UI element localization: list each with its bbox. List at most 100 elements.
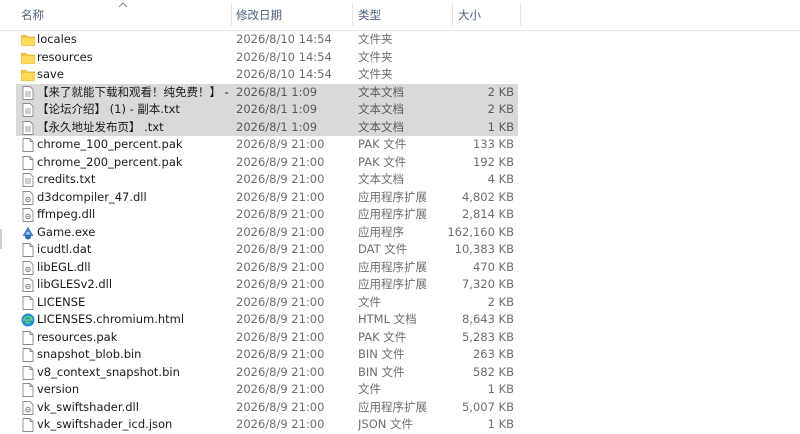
column-header-date[interactable]: 修改日期 [236,0,282,30]
file-row[interactable]: vk_swiftshader.dll 2026/8/9 21:00 应用程序扩展 5,… [16,399,518,417]
file-name: libEGL.dll [37,259,91,274]
file-name: 【永久地址发布页】 .txt [37,119,164,134]
file-size: 133 KB [472,137,514,151]
file-row[interactable]: d3dcompiler_47.dll 2026/8/9 21:00 应用程序扩展 4,… [16,189,518,207]
file-name: vk_swiftshader.dll [37,399,139,414]
file-size: 4 KB [487,172,514,186]
file-row[interactable]: libGLESv2.dll 2026/8/9 21:00 应用程序扩展 7,320 K… [16,276,518,294]
file-size: 5,007 KB [461,399,514,414]
file-size: 2 KB [487,84,514,99]
file-date-modified: 2026/8/9 21:00 [236,312,325,326]
file-row[interactable]: credits.txt 2026/8/9 21:00 文本文档 4 KB [16,171,518,189]
file-date-modified: 2026/8/9 21:00 [236,399,325,414]
text-file-icon [20,172,36,188]
file-icon [20,330,36,346]
file-row[interactable]: 【永久地址发布页】 .txt 2026/8/1 1:09 文本文档 1 KB [16,118,518,136]
file-row[interactable]: Game.exe 2026/8/9 21:00 应用程序 162,160 KB [16,224,518,242]
file-icon [20,347,36,363]
file-row[interactable]: v8_context_snapshot.bin 2026/8/9 21:00 BIN… [16,364,518,382]
pane-edge-marker [0,229,2,249]
file-date-modified: 2026/8/9 21:00 [236,242,325,256]
file-row[interactable]: version 2026/8/9 21:00 文件 1 KB [16,381,518,399]
column-divider[interactable] [352,4,353,26]
dll-file-icon [20,277,36,293]
file-size: 1 KB [487,119,514,134]
file-size: 1 KB [487,382,514,396]
file-row[interactable]: 【论坛介绍】 (1) - 副本.txt 2026/8/1 1:09 文本文档 2 KB [16,101,518,119]
file-icon [20,155,36,171]
file-name: d3dcompiler_47.dll [37,189,147,204]
folder-icon [20,50,36,66]
file-size [436,31,514,49]
file-row[interactable]: 【来了就能下载和观看！纯免费！】 - 副...2026/8/1 1:09文本文档… [16,83,518,101]
file-size: 2 KB [487,102,514,116]
file-icon [20,295,36,311]
dll-file-icon [20,400,36,416]
file-name: LICENSE [37,294,86,309]
column-header-bar: 名称 修改日期 类型 大小 [0,0,800,31]
file-date-modified: 2026/8/10 14:54 [236,49,332,64]
file-size: 7,320 KB [461,277,514,291]
file-size: 2 KB [487,294,514,309]
file-name: ffmpeg.dll [37,207,96,221]
column-header-name[interactable]: 名称 [21,0,44,30]
file-size: 470 KB [472,259,514,274]
column-divider[interactable] [452,4,453,26]
dll-file-icon [20,207,36,223]
folder-icon [20,32,36,48]
file-row[interactable]: chrome_100_percent.pak 2026/8/9 21:00 PAK … [16,136,518,154]
file-icon [20,242,36,258]
file-size: 10,383 KB [454,242,514,256]
file-date-modified: 2026/8/9 21:00 [236,259,325,274]
file-date-modified: 2026/8/9 21:00 [236,137,325,151]
file-date-modified: 2026/8/10 14:54 [236,67,332,81]
file-name: chrome_100_percent.pak [37,137,183,151]
folder-icon [20,67,36,83]
file-icon [20,417,36,433]
file-row[interactable]: resources 2026/8/10 14:54 文件夹 [16,49,518,67]
column-divider[interactable] [520,4,521,26]
file-name: credits.txt [37,172,96,186]
file-row[interactable]: icudtl.dat 2026/8/9 21:00 DAT 文件 10,383 KB [16,241,518,259]
text-file-icon [20,85,36,101]
file-size: 2,814 KB [461,207,514,221]
file-name: libGLESv2.dll [37,277,113,291]
file-row[interactable]: locales 2026/8/10 14:54 文件夹 [16,31,518,49]
column-divider[interactable] [231,4,232,26]
file-row[interactable]: vk_swiftshader_icd.json 2026/8/9 21:00 JSO… [16,416,518,434]
file-row[interactable]: libEGL.dll 2026/8/9 21:00 应用程序扩展 470 KB [16,259,518,277]
file-name: 【论坛介绍】 (1) - 副本.txt [37,102,180,116]
sort-ascending-icon[interactable] [118,2,128,8]
file-size: 263 KB [472,347,514,361]
file-date-modified: 2026/8/9 21:00 [236,347,325,361]
file-name: locales [37,32,77,46]
file-row[interactable]: chrome_200_percent.pak 2026/8/9 21:00 PAK … [16,154,518,172]
file-size: 4,802 KB [461,189,514,204]
file-name: 【来了就能下载和观看！纯免费！】 - 副... [37,84,230,99]
file-row[interactable]: LICENSE 2026/8/9 21:00 文件 2 KB [16,294,518,312]
column-header-size[interactable]: 大小 [458,0,481,30]
file-row[interactable]: resources.pak 2026/8/9 21:00 PAK 文件 5,283 K… [16,329,518,347]
edge-html-icon [20,312,36,328]
file-row[interactable]: save 2026/8/10 14:54 文件夹 [16,66,518,84]
file-row[interactable]: ffmpeg.dll 2026/8/9 21:00 应用程序扩展 2,814 KB [16,206,518,224]
file-date-modified: 2026/8/9 21:00 [236,364,325,379]
text-file-icon [20,120,36,136]
file-row[interactable]: LICENSES.chromium.html 2026/8/9 21:00 HTML… [16,311,518,329]
file-icon [20,137,36,153]
file-date-modified: 2026/8/1 1:09 [236,102,318,116]
file-row[interactable]: snapshot_blob.bin 2026/8/9 21:00 BIN 文件 263… [16,346,518,364]
dll-file-icon [20,260,36,276]
file-name: vk_swiftshader_icd.json [37,417,173,431]
file-name: resources [37,49,93,64]
file-name: icudtl.dat [37,242,92,256]
file-name: snapshot_blob.bin [37,347,142,361]
file-date-modified: 2026/8/1 1:09 [236,119,318,134]
dll-file-icon [20,190,36,206]
file-date-modified: 2026/8/9 21:00 [236,277,325,291]
file-size: 5,283 KB [461,329,514,344]
file-icon [20,365,36,381]
file-size: 8,643 KB [461,312,514,326]
column-header-type[interactable]: 类型 [358,0,381,30]
file-size [436,66,514,84]
